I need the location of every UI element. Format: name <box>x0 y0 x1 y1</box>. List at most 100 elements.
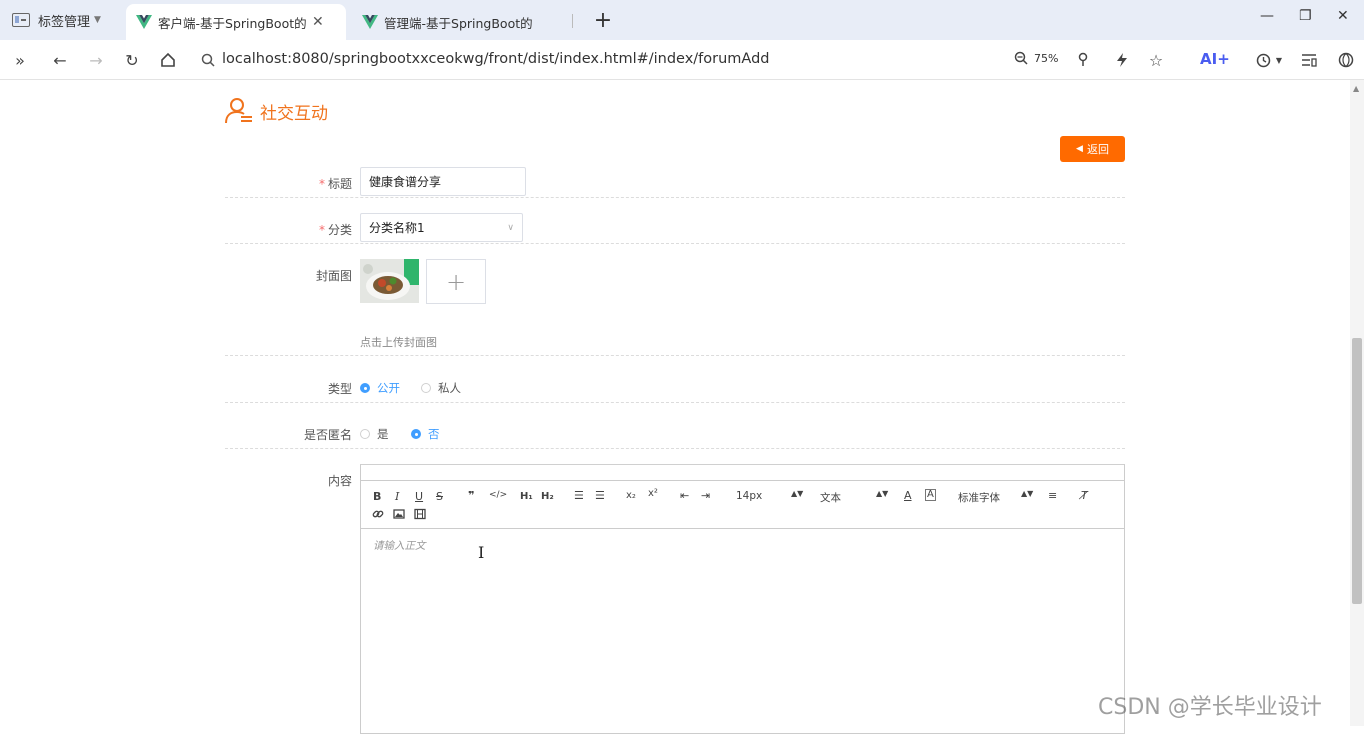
scroll-up-arrow-icon[interactable]: ▲ <box>1353 84 1359 93</box>
vue-logo-icon <box>362 15 378 29</box>
watermark: CSDN @学长毕业设计 <box>1098 695 1322 720</box>
font-color-icon[interactable]: A <box>904 489 912 502</box>
link-icon[interactable] <box>372 508 384 523</box>
user-icon <box>225 98 252 124</box>
up-down-arrow-icon: ▲▼ <box>1021 489 1034 498</box>
radio-checked-icon <box>411 429 421 439</box>
tab-group-label: 标签管理 <box>38 14 91 30</box>
editor-content-area[interactable]: 请输入正文 <box>373 538 426 553</box>
radio-unchecked-icon <box>360 429 370 439</box>
align-icon[interactable]: ≡ <box>1048 489 1057 502</box>
zoom-out-icon <box>1014 51 1028 65</box>
address-bar-url[interactable]: localhost:8080/springbootxxceokwg/front/… <box>222 51 770 67</box>
vue-logo-icon <box>136 15 152 29</box>
extensions-icon[interactable] <box>1335 49 1357 71</box>
divider <box>225 448 1125 449</box>
lightning-icon[interactable] <box>1111 49 1133 71</box>
category-label: * 分类 <box>318 223 352 237</box>
video-icon[interactable] <box>414 508 426 523</box>
plus-icon: + <box>445 267 467 296</box>
divider <box>225 355 1125 356</box>
caret-left-icon: ◀ <box>1076 144 1083 154</box>
ai-assistant-button[interactable]: AI+ <box>1200 50 1230 68</box>
close-icon[interactable]: ✕ <box>312 14 324 30</box>
tab-group-button[interactable]: 标签管理 ▼ <box>4 6 109 34</box>
bullet-list-icon[interactable]: ☰ <box>595 489 605 502</box>
caret-down-icon: ▼ <box>94 15 101 25</box>
reload-icon[interactable]: ↻ <box>121 49 143 71</box>
restore-button[interactable]: ❐ <box>1299 8 1312 24</box>
home-icon[interactable] <box>157 49 179 71</box>
page-title-text: 社交互动 <box>260 103 328 124</box>
tab-list-icon[interactable] <box>1298 49 1320 71</box>
heading1-icon[interactable]: H₁ <box>520 491 533 502</box>
zoom-indicator[interactable]: 75% <box>1014 51 1058 66</box>
background-color-icon[interactable]: A <box>925 489 936 501</box>
outdent-icon[interactable]: ⇤ <box>680 489 689 502</box>
tab-label: 客户端-基于SpringBoot的健康 <box>158 15 306 31</box>
cover-label: 封面图 <box>315 269 352 283</box>
code-block-icon[interactable]: </> <box>489 490 507 500</box>
sidebar-expand-icon[interactable]: » <box>9 49 31 71</box>
type-radio-public[interactable]: 公开 <box>360 380 400 396</box>
editor-toolbar: B I U S ❞ </> H₁ H₂ ☰ ☰ x₂ x² ⇤ ⇥ 14px ▲… <box>361 480 1124 529</box>
font-size-select[interactable]: 14px <box>736 490 762 502</box>
indent-icon[interactable]: ⇥ <box>701 489 710 502</box>
type-label: 类型 <box>327 382 352 396</box>
bold-icon[interactable]: B <box>373 490 381 503</box>
superscript-icon[interactable]: x² <box>648 488 658 499</box>
content-label: 内容 <box>327 474 352 488</box>
underline-icon[interactable]: U <box>415 490 423 503</box>
title-input[interactable]: 健康食谱分享 <box>360 167 526 196</box>
upload-cover-button[interactable]: + <box>426 259 486 304</box>
header-select[interactable]: 文本 <box>820 490 841 505</box>
divider <box>225 197 1125 198</box>
clear-format-icon[interactable]: T̸ <box>1081 489 1088 502</box>
ordered-list-icon[interactable]: ☰ <box>574 489 584 502</box>
font-family-select[interactable]: 标准字体 <box>958 490 1000 505</box>
browser-toolbar: » ← → ↻ localhost:8080/springbootxxceokw… <box>0 40 1364 80</box>
strikethrough-icon[interactable]: S <box>436 490 443 503</box>
italic-icon[interactable]: I <box>395 490 399 503</box>
page-title: 社交互动 <box>224 96 328 126</box>
sidebar-icon <box>12 13 30 27</box>
up-down-arrow-icon: ▲▼ <box>791 489 804 498</box>
browser-tab-strip: 标签管理 ▼ 客户端-基于SpringBoot的健康 ✕ 管理端-基于Sprin… <box>0 0 1364 40</box>
caret-down-icon[interactable]: ▼ <box>1268 49 1290 71</box>
forward-arrow-icon[interactable]: → <box>85 49 107 71</box>
tab-label: 管理端-基于SpringBoot的健康管 <box>384 15 532 31</box>
title-label: * 标题 <box>318 177 352 191</box>
back-button-label: 返回 <box>1086 143 1109 156</box>
chevron-down-icon: ∨ <box>507 222 514 233</box>
cover-image[interactable] <box>360 259 419 303</box>
star-icon[interactable]: ☆ <box>1145 49 1167 71</box>
up-down-arrow-icon: ▲▼ <box>876 489 889 498</box>
back-button[interactable]: ◀ 返回 <box>1060 136 1125 162</box>
new-tab-button[interactable]: + <box>592 8 614 33</box>
type-radio-private[interactable]: 私人 <box>421 380 461 396</box>
text-cursor-icon: I <box>478 543 485 562</box>
divider <box>225 243 1125 244</box>
subscript-icon[interactable]: x₂ <box>626 490 636 501</box>
scroll-thumb[interactable] <box>1352 338 1362 604</box>
blockquote-icon[interactable]: ❞ <box>468 489 474 502</box>
back-arrow-icon[interactable]: ← <box>49 49 71 71</box>
cover-upload-hint: 点击上传封面图 <box>360 336 437 349</box>
pin-icon[interactable] <box>1072 49 1094 71</box>
tab-client[interactable]: 客户端-基于SpringBoot的健康 ✕ <box>126 4 346 40</box>
zoom-level: 75% <box>1034 52 1059 65</box>
tab-admin[interactable]: 管理端-基于SpringBoot的健康管 <box>352 4 572 40</box>
search-icon <box>197 49 219 71</box>
anonymous-label: 是否匿名 <box>303 428 352 442</box>
anonymous-radio-no[interactable]: 否 <box>411 426 440 442</box>
anonymous-radio-yes[interactable]: 是 <box>360 426 389 442</box>
rich-text-editor: B I U S ❞ </> H₁ H₂ ☰ ☰ x₂ x² ⇤ ⇥ 14px ▲… <box>360 464 1125 734</box>
heading2-icon[interactable]: H₂ <box>541 491 554 502</box>
minimize-button[interactable]: — <box>1260 8 1274 24</box>
divider <box>225 402 1125 403</box>
close-window-button[interactable]: ✕ <box>1337 8 1349 24</box>
image-icon[interactable] <box>393 508 405 523</box>
radio-unchecked-icon <box>421 383 431 393</box>
category-select[interactable]: 分类名称1 ∨ <box>360 213 523 242</box>
page-scrollbar[interactable]: ▲ <box>1350 80 1364 726</box>
